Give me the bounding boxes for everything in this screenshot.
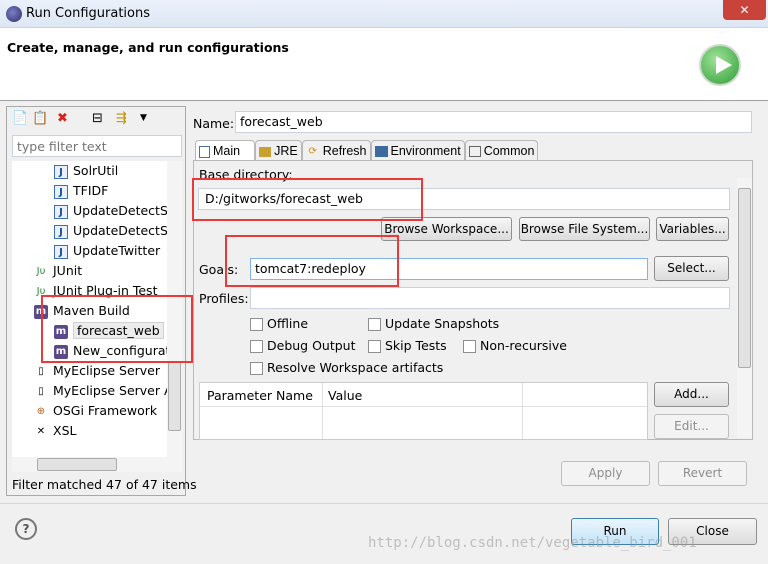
watermark: http://blog.csdn.net/vegetable_bird_001: [368, 535, 697, 551]
skip-tests-checkbox[interactable]: Skip Tests: [368, 338, 447, 353]
update-snapshots-checkbox[interactable]: Update Snapshots: [368, 316, 499, 331]
refresh-icon: ⟳: [308, 145, 317, 157]
delete-icon[interactable]: ✖: [57, 111, 68, 126]
footer-divider: [0, 503, 768, 504]
column-divider: [522, 383, 523, 439]
non-recursive-checkbox[interactable]: Non-recursive: [463, 338, 567, 353]
title-bar: Run Configurations ✕: [0, 0, 768, 28]
tree-item[interactable]: ✕ XSL: [34, 421, 77, 441]
tab-refresh[interactable]: ⟳ Refresh: [301, 140, 371, 160]
tab-common[interactable]: Common: [464, 140, 539, 160]
offline-checkbox[interactable]: Offline: [250, 316, 308, 331]
osgi-icon: ⊕: [36, 405, 46, 417]
common-icon: [468, 146, 481, 158]
tab-strip: Main JRE ⟳ Refresh Environment Common: [195, 140, 539, 160]
tree-item[interactable]: J SolrUtil: [54, 161, 118, 181]
column-value[interactable]: Value: [328, 388, 362, 403]
java-app-icon: J: [54, 204, 68, 219]
tree-item-label: TFIDF: [73, 183, 109, 198]
select-goals-button[interactable]: Select...: [654, 256, 729, 281]
tree-item[interactable]: J UpdateDetectSe: [54, 221, 172, 241]
collapse-all-icon[interactable]: ⊟: [92, 111, 103, 126]
java-app-icon: J: [54, 224, 68, 239]
name-input[interactable]: forecast_web: [235, 111, 752, 133]
tree-item-label: MyEclipse Server: [53, 363, 161, 378]
tree-item-label: SolrUtil: [73, 163, 119, 178]
server-app-icon: ▯: [38, 385, 44, 397]
tree-item-label: UpdateDetectSe: [73, 203, 172, 218]
column-divider: [322, 383, 323, 439]
scrollbar-thumb[interactable]: [168, 361, 181, 431]
highlight-goals: [225, 235, 399, 287]
tree-item[interactable]: ▯ MyEclipse Server: [34, 361, 160, 381]
play-circle-icon: [699, 44, 741, 86]
tree-item[interactable]: J TFIDF: [54, 181, 108, 201]
parameters-header: Parameter Name Value: [200, 383, 647, 439]
highlight-maven-build: [41, 295, 193, 363]
junit-icon: Jυ: [36, 265, 46, 277]
java-app-icon: J: [54, 244, 68, 259]
tab-main[interactable]: Main: [195, 140, 256, 160]
edit-parameter-button[interactable]: Edit...: [654, 414, 729, 439]
tree-item-label: XSL: [53, 423, 77, 438]
tree-item[interactable]: Jυ JUnit: [34, 261, 83, 281]
tree-item[interactable]: ⊕ OSGi Framework: [34, 401, 157, 421]
close-window-button[interactable]: ✕: [723, 0, 766, 20]
filter-status: Filter matched 47 of 47 items: [12, 477, 197, 492]
main-tab-icon: [199, 145, 210, 158]
tree-item-label: MyEclipse Server A: [53, 383, 172, 398]
tree-item-label: OSGi Framework: [53, 403, 158, 418]
tree-item-label: JUnit: [53, 263, 83, 278]
revert-button[interactable]: Revert: [658, 461, 747, 486]
scrollbar-thumb[interactable]: [738, 188, 751, 368]
xsl-icon: ✕: [36, 425, 46, 437]
apply-button[interactable]: Apply: [561, 461, 650, 486]
java-app-icon: J: [54, 164, 68, 179]
dialog-header: Create, manage, and run configurations: [0, 28, 768, 101]
filter-icon[interactable]: ⇶: [116, 111, 127, 126]
tree-horizontal-scrollbar[interactable]: [12, 457, 182, 472]
server-icon: ▯: [38, 365, 44, 377]
help-icon[interactable]: ?: [15, 518, 37, 540]
tree-item-label: UpdateDetectSe: [73, 223, 172, 238]
browse-file-system-button[interactable]: Browse File System...: [519, 217, 650, 241]
name-label: Name:: [193, 116, 235, 131]
eclipse-icon: [6, 6, 22, 22]
tree-item[interactable]: J UpdateTwitter: [54, 241, 160, 261]
dropdown-icon[interactable]: ▼: [140, 113, 147, 123]
tree-item[interactable]: J UpdateDetectSe: [54, 201, 172, 221]
highlight-base-directory: [192, 178, 423, 221]
variables-button[interactable]: Variables...: [656, 217, 729, 241]
window-title: Run Configurations: [26, 6, 150, 21]
tree-item[interactable]: ▯ MyEclipse Server A: [34, 381, 172, 401]
add-parameter-button[interactable]: Add...: [654, 382, 729, 407]
tree-item-label: UpdateTwitter: [73, 243, 161, 258]
duplicate-icon[interactable]: 📋: [32, 111, 48, 126]
jre-icon: [259, 146, 272, 157]
scrollbar-thumb[interactable]: [37, 458, 117, 471]
filter-input[interactable]: [12, 135, 182, 157]
column-parameter-name[interactable]: Parameter Name: [207, 388, 322, 403]
tab-content-scrollbar[interactable]: [737, 178, 752, 438]
java-app-icon: J: [54, 184, 68, 199]
debug-output-checkbox[interactable]: Debug Output: [250, 338, 356, 353]
new-config-icon[interactable]: 📄: [12, 111, 28, 126]
parameters-table[interactable]: Parameter Name Value: [199, 382, 648, 440]
profiles-input[interactable]: [250, 287, 730, 309]
resolve-workspace-checkbox[interactable]: Resolve Workspace artifacts: [250, 360, 443, 375]
dialog-subtitle: Create, manage, and run configurations: [7, 40, 289, 55]
profiles-label: Profiles:: [199, 291, 249, 306]
tab-environment[interactable]: Environment: [370, 140, 465, 160]
tab-jre[interactable]: JRE: [255, 140, 302, 160]
environment-icon: [374, 146, 388, 158]
